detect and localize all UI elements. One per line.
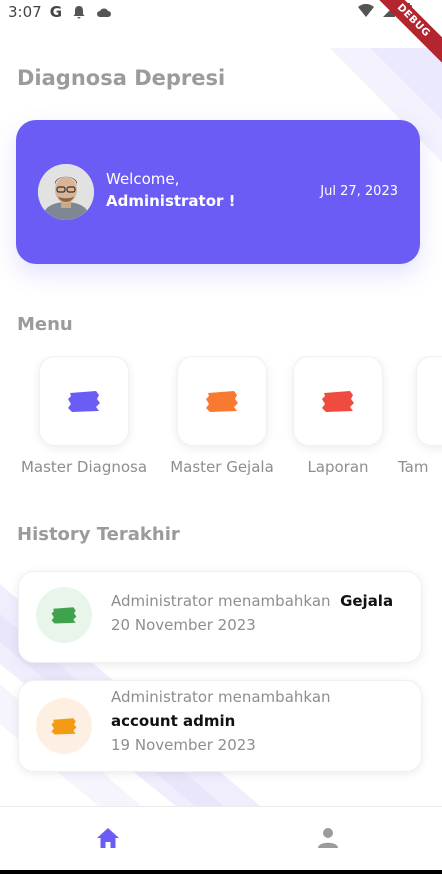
menu-tile[interactable] [293, 356, 383, 446]
history-section-title: History Terakhir [17, 524, 180, 545]
home-icon [97, 828, 119, 848]
wifi-icon [358, 4, 374, 17]
menu-list[interactable]: Master Diagnosa Master Gejala Laporan Ta… [0, 356, 442, 486]
history-item[interactable]: Administrator menambahkan account admin … [18, 680, 422, 772]
welcome-date: Jul 27, 2023 [320, 184, 398, 199]
google-icon: G [49, 3, 62, 21]
menu-tile[interactable] [416, 356, 442, 446]
welcome-card: Welcome, Administrator ! Jul 27, 2023 [16, 120, 420, 264]
menu-item-label: Master Gejala [170, 458, 274, 476]
history-subject: account admin [111, 712, 236, 730]
history-prefix: Administrator menambahkan [111, 592, 331, 610]
profile-icon [318, 828, 338, 848]
menu-item-label: Tam [398, 458, 429, 476]
history-text: Administrator menambahkan Gejala 20 Nove… [111, 589, 393, 637]
menu-item-master-gejala[interactable]: Master Gejala [166, 356, 278, 476]
brush-stroke-icon [51, 607, 77, 624]
page-title: Diagnosa Depresi [17, 66, 226, 90]
menu-item-master-diagnosa[interactable]: Master Diagnosa [18, 356, 150, 476]
history-date: 20 November 2023 [111, 616, 256, 634]
history-prefix: Administrator menambahkan [111, 688, 331, 706]
notification-bell-icon [73, 6, 85, 19]
history-item[interactable]: Administrator menambahkan Gejala 20 Nove… [18, 571, 422, 663]
avatar[interactable] [38, 164, 94, 220]
menu-tile[interactable] [177, 356, 267, 446]
menu-item-laporan[interactable]: Laporan [292, 356, 384, 476]
history-icon-circle [36, 587, 92, 643]
menu-item-label: Laporan [307, 458, 369, 476]
cloud-icon [97, 8, 111, 17]
screen-bottom-edge [0, 870, 442, 874]
bottom-navigation [0, 806, 442, 871]
nav-profile-button[interactable] [316, 827, 340, 853]
menu-item-tam[interactable]: Tam [398, 356, 442, 476]
status-bar: 3:07 G DEBUG [0, 0, 442, 67]
menu-tile[interactable] [39, 356, 129, 446]
welcome-text: Welcome, Administrator ! [106, 170, 236, 210]
menu-section-title: Menu [17, 314, 73, 335]
history-icon-circle [36, 698, 92, 754]
brush-stroke-icon [68, 391, 100, 412]
brush-stroke-icon [206, 391, 238, 412]
nav-home-button[interactable] [96, 827, 120, 853]
history-subject: Gejala [340, 592, 394, 610]
brush-stroke-icon [322, 391, 354, 412]
status-time: 3:07 [8, 3, 42, 21]
brush-stroke-icon [51, 718, 77, 735]
menu-item-label: Master Diagnosa [20, 458, 148, 476]
welcome-greeting: Welcome, [106, 170, 180, 188]
history-text: Administrator menambahkan account admin … [111, 685, 331, 757]
history-date: 19 November 2023 [111, 736, 256, 754]
user-photo-icon [38, 164, 94, 220]
welcome-username: Administrator ! [106, 192, 236, 210]
